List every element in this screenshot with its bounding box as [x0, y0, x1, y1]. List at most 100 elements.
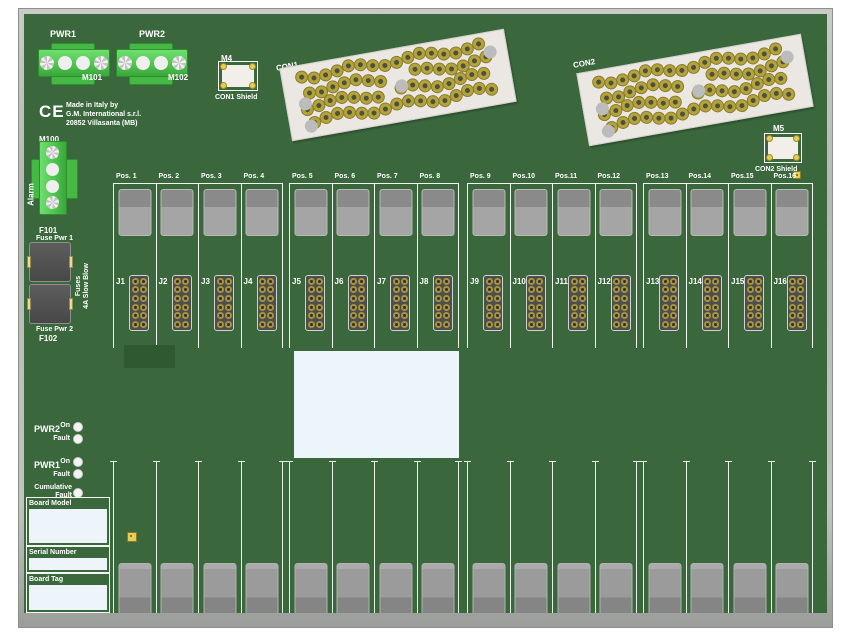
dsub-pin [653, 112, 666, 125]
dsub-pin [343, 106, 356, 119]
pin [712, 286, 719, 293]
fuse-rating-line: Fuses [75, 261, 83, 311]
con1-shield-label: CON1 Shield [215, 94, 257, 102]
pin [755, 295, 762, 302]
pin [267, 321, 274, 328]
dsub-pin [431, 80, 444, 93]
jumper-label: J14 [689, 277, 702, 286]
jumper-connector [526, 275, 546, 331]
pin [225, 304, 232, 311]
position-cell: Pos.16J16 [771, 184, 814, 348]
dsub-pin [724, 101, 737, 114]
pin [579, 295, 586, 302]
pin [528, 295, 535, 302]
dsub-pin [710, 52, 723, 65]
manufacturer-line: G.M. International s.r.l. [66, 110, 141, 119]
pin [797, 321, 804, 328]
position-label: Pos.16 [774, 173, 797, 180]
pin [132, 304, 139, 311]
dsub-pin [449, 47, 462, 60]
dsub-pin [616, 74, 629, 87]
pin [797, 312, 804, 319]
bottom-terminal-pad [118, 563, 151, 613]
position-label: Pos. 1 [116, 173, 137, 180]
dsub-pin [362, 74, 375, 87]
manufacturer-address: Made in Italy by G.M. International s.r.… [66, 101, 141, 128]
pin [486, 286, 493, 293]
pin [259, 286, 266, 293]
manufacturer-line: Made in Italy by [66, 101, 141, 110]
pin [182, 312, 189, 319]
pin [571, 312, 578, 319]
pin [225, 295, 232, 302]
pin [358, 286, 365, 293]
jumper-connector [390, 275, 410, 331]
position-cell: Pos.13J13 [643, 184, 686, 348]
pin [613, 321, 620, 328]
pin [350, 312, 357, 319]
dsub-pin [390, 56, 403, 69]
pin [316, 312, 323, 319]
dsub-pin [770, 87, 783, 100]
fuse-holder-2 [29, 284, 71, 324]
bottom-clamp-cell [595, 461, 638, 613]
dsub-pin [485, 83, 498, 96]
pin [308, 304, 315, 311]
position-terminal-pad [203, 189, 236, 236]
dsub-pin [320, 111, 333, 124]
position-label: Pos.11 [555, 173, 577, 180]
dsub-pin [308, 71, 321, 84]
pin [435, 286, 442, 293]
pin [132, 321, 139, 328]
position-cell: Pos.11J11 [552, 184, 595, 348]
pin [579, 321, 586, 328]
pin [797, 295, 804, 302]
position-label: Pos. 6 [335, 173, 356, 180]
pcb-surface: PWR1 M101 PWR2 M102 CE [24, 14, 827, 613]
pin [358, 321, 365, 328]
bottom-clamp-group [113, 461, 283, 613]
pin [132, 295, 139, 302]
pin [217, 304, 224, 311]
pin [486, 304, 493, 311]
pin [486, 312, 493, 319]
dsub-pin [402, 95, 415, 108]
pin [443, 295, 450, 302]
pin [755, 304, 762, 311]
position-terminal-pad [245, 189, 278, 236]
pwr2-fault-label: Fault [34, 435, 70, 443]
pin [140, 321, 147, 328]
dsub-pin [374, 75, 387, 88]
pin [267, 304, 274, 311]
dsub-pin [433, 63, 446, 76]
dsub-pin [468, 54, 481, 67]
pin [613, 286, 620, 293]
bottom-terminal-pad [472, 563, 505, 613]
pin [670, 295, 677, 302]
dsub-pin [331, 64, 344, 77]
pin [358, 278, 365, 285]
pin [140, 304, 147, 311]
pin [267, 295, 274, 302]
con2-label: CON2 [572, 57, 595, 70]
screw-terminal-icon [172, 56, 186, 70]
pin [174, 295, 181, 302]
pin [350, 286, 357, 293]
dsub-pin [356, 107, 369, 120]
bottom-clamp-cell [728, 461, 771, 613]
dsub-pin [676, 108, 689, 121]
dsub-pin [782, 88, 795, 101]
dsub-pin [443, 78, 456, 91]
fuse-rating-label: Fuses 4A Slow Blow [75, 261, 91, 311]
pin [613, 295, 620, 302]
pin [217, 278, 224, 285]
position-label: Pos. 8 [420, 173, 441, 180]
pad-corner-icon [766, 154, 773, 161]
position-label: Pos. 4 [244, 173, 265, 180]
pin [755, 278, 762, 285]
dsub-pin [736, 99, 749, 112]
silk-dark-area [124, 345, 175, 368]
position-terminal-pad [599, 189, 632, 236]
bottom-clamp-cell [289, 461, 332, 613]
bottom-clamp-cell [552, 461, 595, 613]
